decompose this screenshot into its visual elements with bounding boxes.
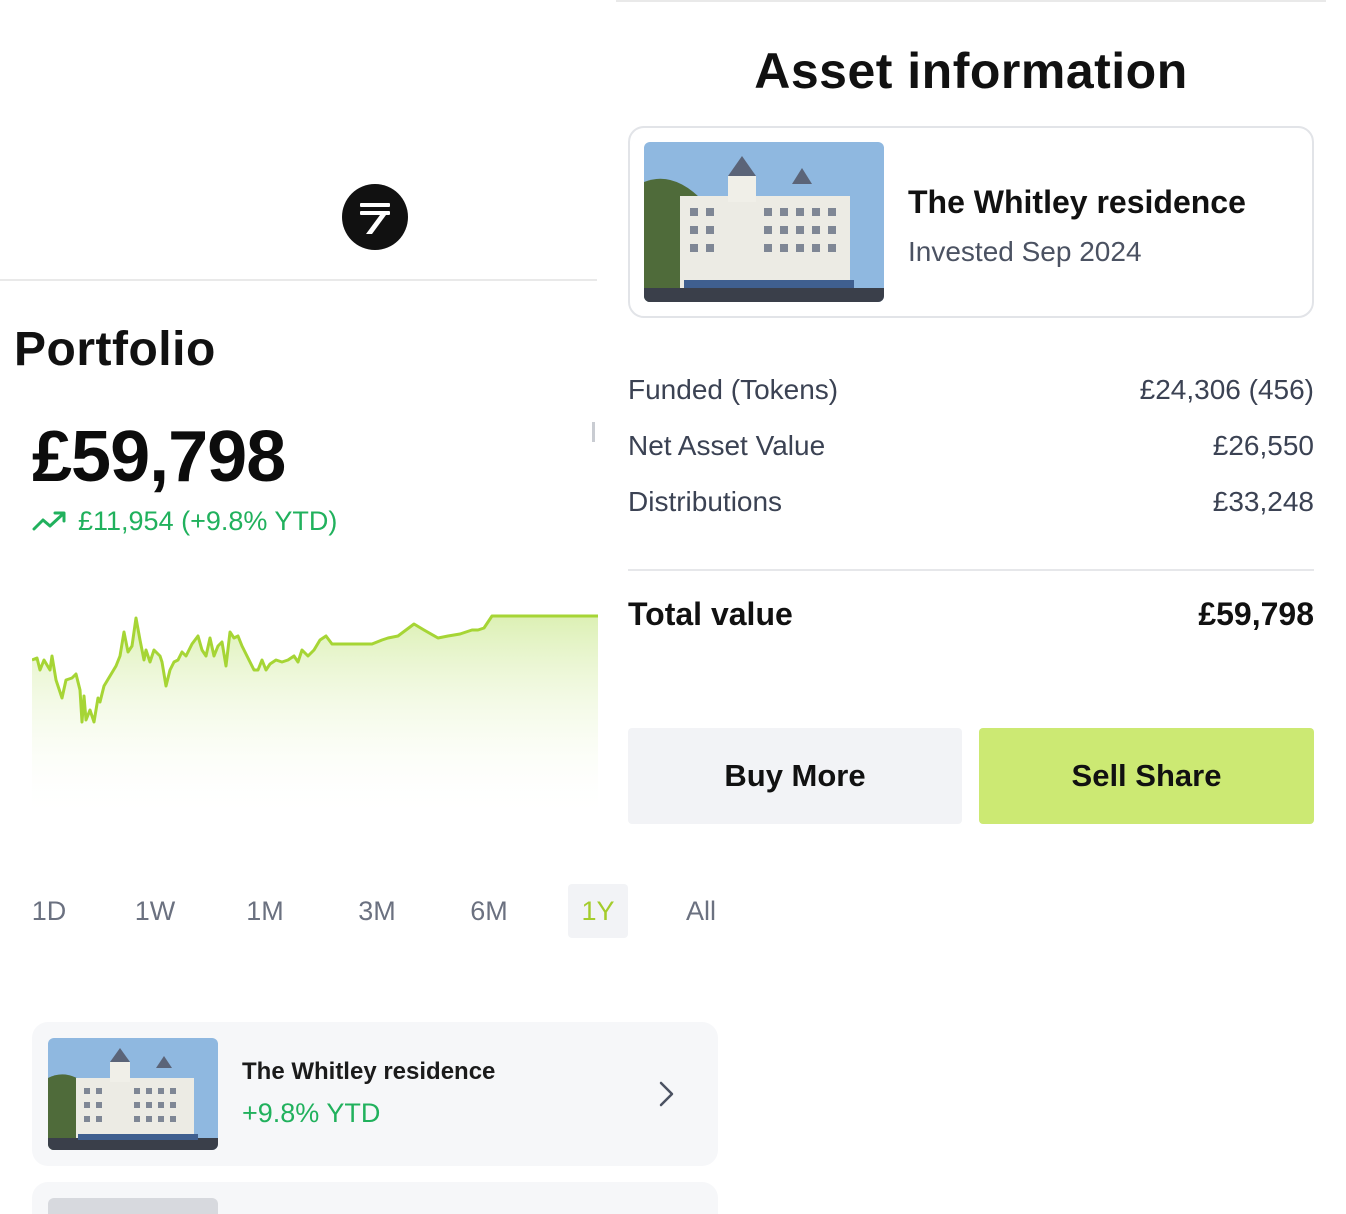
- sheet-top-border: [616, 0, 1326, 2]
- portfolio-chart: [31, 590, 598, 820]
- page-title: Portfolio: [14, 323, 216, 376]
- sheet-title: Asset information: [754, 43, 1188, 99]
- tab-all[interactable]: All: [670, 884, 732, 938]
- screen: Portfolio £59,798 £11,954 (+9.8% YTD) 1D…: [0, 0, 1346, 1214]
- info-label: Distributions: [628, 486, 783, 517]
- info-label: Funded (Tokens): [628, 374, 839, 405]
- tab-1d[interactable]: 1D: [18, 884, 80, 938]
- header-divider: [0, 279, 597, 281]
- portfolio-balance: £59,798: [32, 417, 286, 497]
- holding-ytd: +9.8% YTD: [242, 1098, 381, 1128]
- buy-more-button[interactable]: Buy More: [628, 728, 962, 824]
- info-value: £24,306 (456): [1139, 374, 1314, 405]
- info-value: £26,550: [1212, 430, 1314, 461]
- tab-3m[interactable]: 3M: [346, 884, 408, 938]
- info-value: £33,248: [1212, 486, 1314, 517]
- asset-name: The Whitley residence: [908, 184, 1246, 220]
- tab-1m[interactable]: 1M: [234, 884, 296, 938]
- info-row-funded: Funded (Tokens) £24,306 (456): [628, 374, 1314, 414]
- range-tabs: 1D 1W 1M 3M 6M 1Y All: [0, 884, 740, 940]
- chevron-right-icon[interactable]: [654, 1078, 678, 1110]
- tab-1w[interactable]: 1W: [124, 884, 186, 938]
- portfolio-change-text: £11,954 (+9.8% YTD): [78, 505, 338, 536]
- asset-summary-card: The Whitley residence Invested Sep 2024: [628, 126, 1314, 318]
- property-thumbnail: [48, 1038, 218, 1150]
- holding-card[interactable]: The Whitley residence +9.8% YTD: [32, 1022, 718, 1166]
- info-label: Net Asset Value: [628, 430, 826, 461]
- trend-up-icon: [32, 507, 68, 535]
- info-row-nav: Net Asset Value £26,550: [628, 430, 1314, 470]
- holding-name: The Whitley residence: [242, 1058, 496, 1085]
- total-label: Total value: [628, 596, 793, 632]
- property-thumbnail-placeholder: [48, 1198, 218, 1214]
- brand-logo-icon: [342, 184, 408, 250]
- asset-invested-date: Invested Sep 2024: [908, 236, 1142, 267]
- tab-1y[interactable]: 1Y: [568, 884, 628, 938]
- scroll-indicator: [592, 422, 595, 442]
- sell-share-button[interactable]: Sell Share: [979, 728, 1314, 824]
- info-row-distributions: Distributions £33,248: [628, 486, 1314, 526]
- total-row: Total value £59,798: [628, 596, 1314, 640]
- total-value: £59,798: [1198, 596, 1314, 632]
- property-image: [644, 142, 884, 302]
- portfolio-change: £11,954 (+9.8% YTD): [32, 504, 337, 538]
- total-divider: [628, 569, 1314, 571]
- holding-card-placeholder[interactable]: [32, 1182, 718, 1214]
- tab-6m[interactable]: 6M: [458, 884, 520, 938]
